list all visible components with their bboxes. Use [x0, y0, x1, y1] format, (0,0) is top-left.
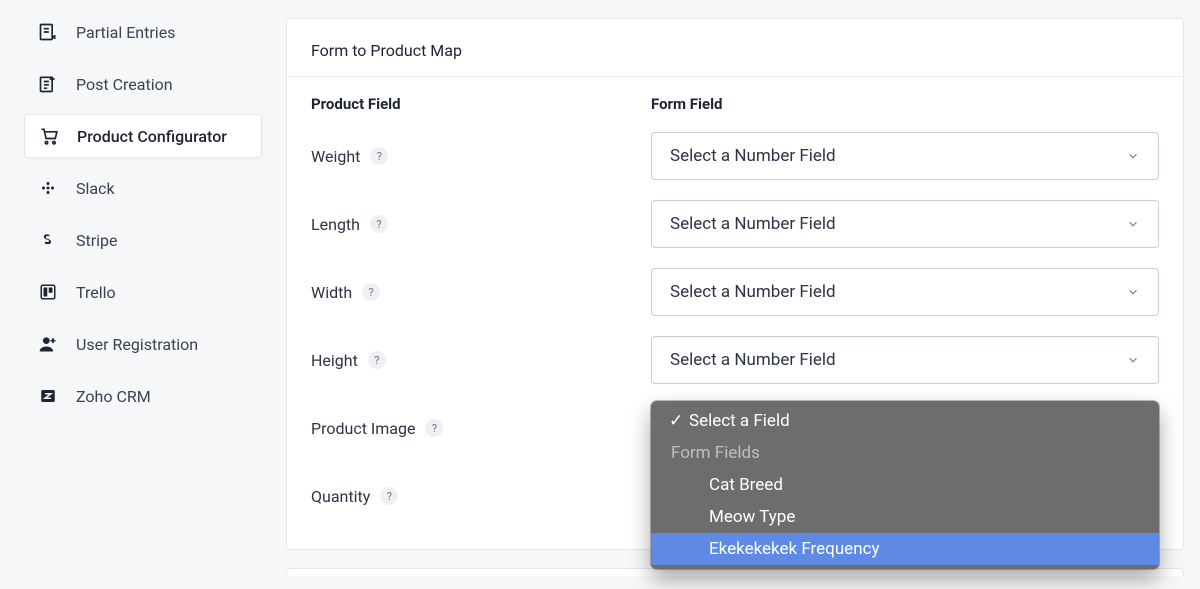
- sidebar-item-label: Stripe: [76, 231, 118, 250]
- select-placeholder: Select a Number Field: [670, 282, 836, 302]
- label-length: Length ?: [311, 215, 651, 234]
- dropdown-option-select-a-field[interactable]: Select a Field: [651, 405, 1159, 437]
- sidebar-item-label: Trello: [76, 283, 116, 302]
- next-panel-top-edge: [286, 568, 1184, 576]
- label-text: Quantity: [311, 487, 370, 506]
- sidebar-item-stripe[interactable]: Stripe: [24, 218, 262, 262]
- help-icon[interactable]: ?: [380, 487, 398, 505]
- label-product-image: Product Image ?: [311, 419, 651, 438]
- label-height: Height ?: [311, 351, 651, 370]
- dropdown-group-form-fields: Form Fields: [651, 437, 1159, 469]
- row-width: Width ? Select a Number Field: [311, 267, 1159, 317]
- post-create-icon: [38, 74, 58, 94]
- row-product-image: Product Image ? Select a Field Select a …: [311, 403, 1159, 453]
- label-text: Product Image: [311, 419, 415, 438]
- stripe-icon: [38, 230, 58, 250]
- help-icon[interactable]: ?: [370, 215, 388, 233]
- trello-icon: [38, 282, 58, 302]
- label-quantity: Quantity ?: [311, 487, 651, 506]
- select-length[interactable]: Select a Number Field: [651, 200, 1159, 248]
- slack-icon: [38, 178, 58, 198]
- help-icon[interactable]: ?: [362, 283, 380, 301]
- row-length: Length ? Select a Number Field: [311, 199, 1159, 249]
- dropdown-option-ekekekekek-frequency[interactable]: Ekekekekek Frequency: [651, 533, 1159, 565]
- zoho-icon: [38, 386, 58, 406]
- app-root: Partial Entries Post Creation Product Co…: [0, 0, 1200, 589]
- sidebar: Partial Entries Post Creation Product Co…: [0, 0, 278, 589]
- sidebar-item-label: Partial Entries: [76, 23, 175, 42]
- sidebar-item-user-registration[interactable]: User Registration: [24, 322, 262, 366]
- chevron-down-icon: [1126, 149, 1140, 163]
- sidebar-item-product-configurator[interactable]: Product Configurator: [24, 114, 262, 158]
- row-weight: Weight ? Select a Number Field: [311, 131, 1159, 181]
- chevron-down-icon: [1126, 217, 1140, 231]
- label-text: Weight: [311, 147, 360, 166]
- cart-icon: [39, 126, 59, 146]
- row-height: Height ? Select a Number Field: [311, 335, 1159, 385]
- label-text: Width: [311, 283, 352, 302]
- sidebar-item-label: Zoho CRM: [76, 387, 151, 406]
- form-to-product-map-panel: Form to Product Map Product Field Form F…: [286, 18, 1184, 550]
- help-icon[interactable]: ?: [425, 419, 443, 437]
- column-header-product-field: Product Field: [311, 95, 651, 113]
- label-weight: Weight ?: [311, 147, 651, 166]
- column-header-form-field: Form Field: [651, 95, 1159, 113]
- select-placeholder: Select a Number Field: [670, 350, 836, 370]
- sidebar-item-label: Slack: [76, 179, 115, 198]
- select-height[interactable]: Select a Number Field: [651, 336, 1159, 384]
- label-text: Height: [311, 351, 358, 370]
- select-weight[interactable]: Select a Number Field: [651, 132, 1159, 180]
- form-partial-icon: [38, 22, 58, 42]
- select-placeholder: Select a Number Field: [670, 146, 836, 166]
- select-width[interactable]: Select a Number Field: [651, 268, 1159, 316]
- chevron-down-icon: [1126, 353, 1140, 367]
- sidebar-item-label: User Registration: [76, 335, 198, 354]
- chevron-down-icon: [1126, 285, 1140, 299]
- dropdown-option-cat-breed[interactable]: Cat Breed: [651, 469, 1159, 501]
- sidebar-item-trello[interactable]: Trello: [24, 270, 262, 314]
- sidebar-item-zoho-crm[interactable]: Zoho CRM: [24, 374, 262, 418]
- dropdown-product-image: Select a Field Form Fields Cat Breed Meo…: [651, 401, 1159, 569]
- sidebar-item-slack[interactable]: Slack: [24, 166, 262, 210]
- user-plus-icon: [38, 334, 58, 354]
- help-icon[interactable]: ?: [370, 147, 388, 165]
- sidebar-item-label: Post Creation: [76, 75, 173, 94]
- label-width: Width ?: [311, 283, 651, 302]
- dropdown-option-meow-type[interactable]: Meow Type: [651, 501, 1159, 533]
- grid-headers: Product Field Form Field: [311, 95, 1159, 113]
- sidebar-item-post-creation[interactable]: Post Creation: [24, 62, 262, 106]
- panel-title: Form to Product Map: [287, 19, 1183, 77]
- sidebar-item-label: Product Configurator: [77, 127, 227, 146]
- field-map-grid: Product Field Form Field Weight ? Select…: [287, 77, 1183, 521]
- select-placeholder: Select a Number Field: [670, 214, 836, 234]
- main-content: Form to Product Map Product Field Form F…: [278, 0, 1200, 589]
- label-text: Length: [311, 215, 360, 234]
- help-icon[interactable]: ?: [368, 351, 386, 369]
- sidebar-item-partial-entries[interactable]: Partial Entries: [24, 10, 262, 54]
